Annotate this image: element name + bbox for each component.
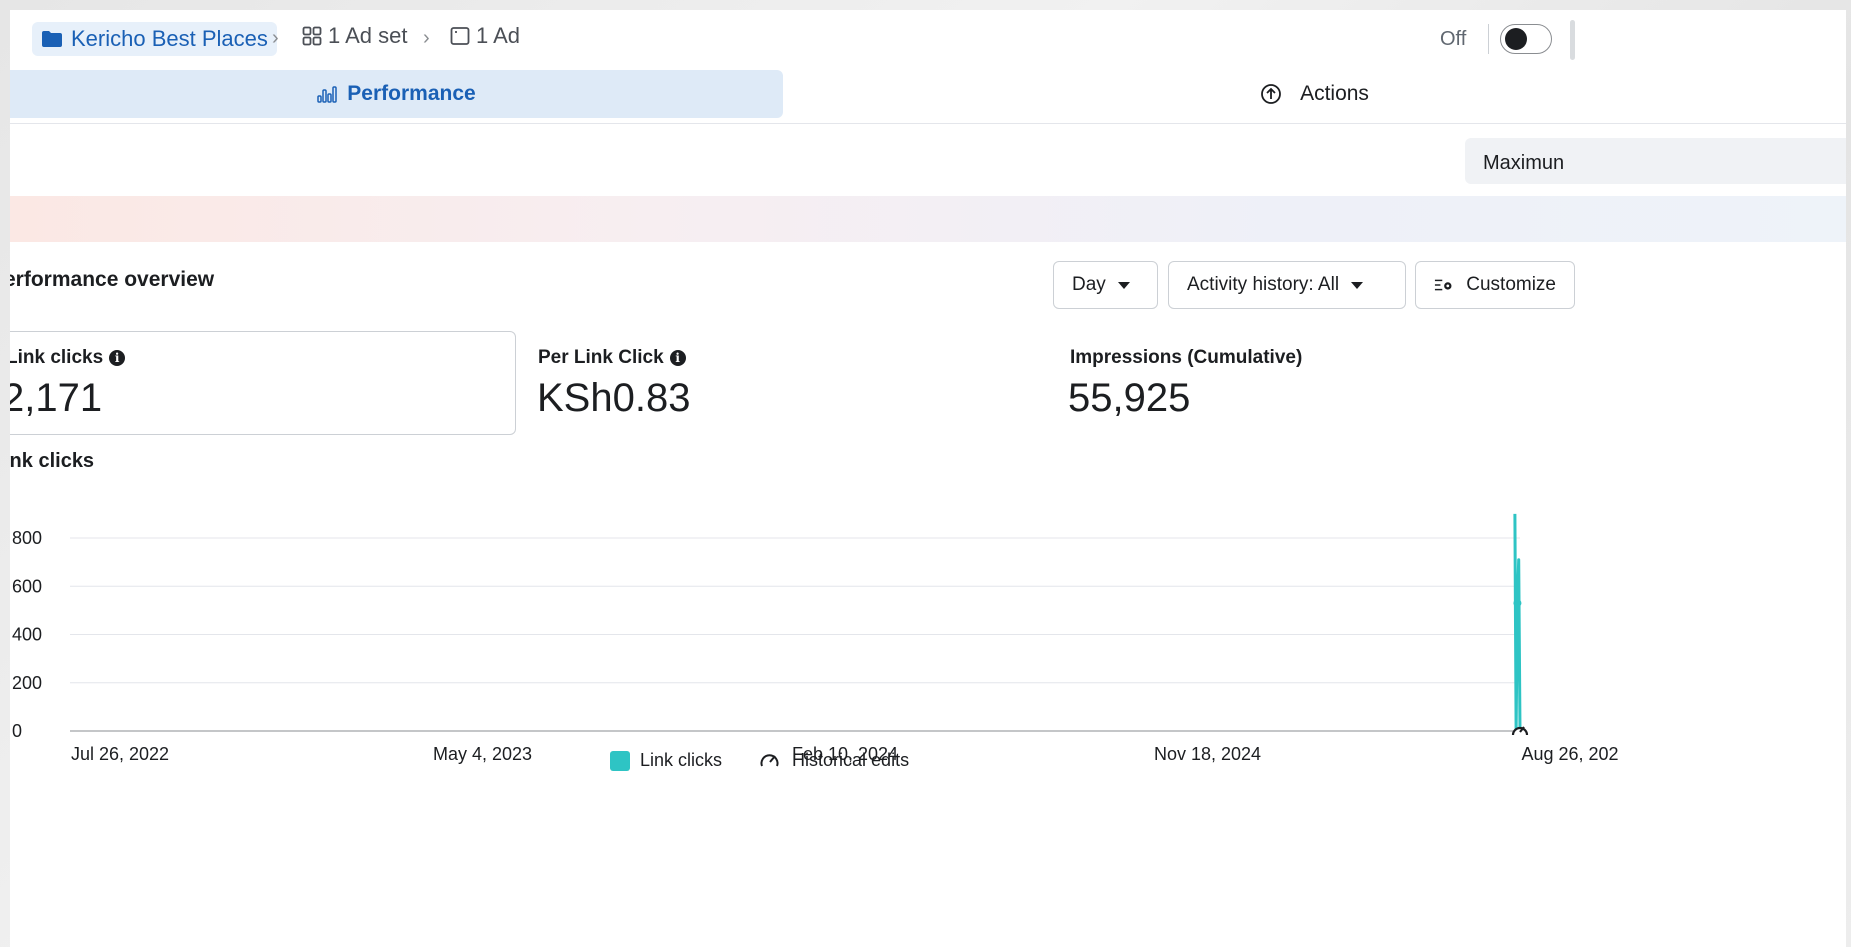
ads-manager-panel: Kericho Best Places › 1 Ad set › 1 Ad Of… (0, 0, 1851, 947)
y-tick-label: 400 (12, 625, 42, 645)
metric-value-per-link-click: KSh0.83 (537, 376, 691, 420)
y-tick-label: 0 (12, 721, 22, 741)
chart-title: ink clicks (10, 450, 95, 472)
link-clicks-chart: 8006004002000Jul 26, 2022 May 4, 2023 Feb … (12, 513, 1619, 764)
scrollbar[interactable] (1570, 20, 1575, 60)
metric-value-impressions: 55,925 (1068, 376, 1191, 420)
breadcrumb-ad[interactable]: 1 Ad (450, 23, 520, 49)
impressions-label: Impressions (Cumulative) (1070, 347, 1303, 368)
per-link-click-label: Per Link Click (538, 347, 664, 368)
metric-label-link-clicks: Link clicks i (10, 347, 126, 369)
legend-swatch-link-clicks (610, 750, 630, 771)
tab-actions[interactable]: Actions (783, 70, 1846, 118)
tab-actions-label: Actions (1300, 82, 1369, 105)
x-tick-label: Nov 18, 2024 (1154, 744, 1261, 764)
arrow-up-circle-icon (1261, 84, 1281, 104)
metric-value-link-clicks: 2,171 (10, 376, 103, 420)
bar-chart-icon (317, 86, 338, 103)
tab-performance[interactable]: Performance (10, 70, 783, 118)
series-line-link-clicks (1513, 513, 1522, 733)
customize-label: Customize (1466, 274, 1556, 295)
y-tick-label: 600 (12, 576, 42, 596)
y-tick-label: 800 (12, 528, 42, 548)
toggle-knob (1505, 28, 1527, 50)
caret-down-icon (1117, 281, 1130, 289)
ad-window-icon (450, 27, 470, 45)
breadcrumb-campaign[interactable]: Kericho Best Places (32, 22, 277, 56)
campaign-name: Kericho Best Places (71, 26, 268, 51)
maximize-button[interactable]: Maximun (1465, 138, 1846, 184)
grid-icon (302, 26, 322, 46)
metric-label-impressions: Impressions (Cumulative) (1070, 347, 1302, 369)
y-tick-label: 200 (12, 673, 42, 693)
campaign-card: Kericho Best Places › 1 Ad set › 1 Ad Of… (10, 10, 1846, 947)
overview-title: erformance overview (10, 268, 215, 291)
chevron-right-icon: › (272, 27, 279, 49)
tab-divider (10, 123, 1846, 124)
ad-label: 1 Ad (476, 23, 521, 48)
day-label: Day (1072, 274, 1106, 295)
x-tick-label: Jul 26, 2022 (71, 744, 169, 764)
metric-label-per-link-click: Per Link Click i (538, 347, 686, 369)
customize-icon (1434, 279, 1452, 291)
activity-history-label: Activity history: All (1187, 274, 1340, 295)
toggle-status-label: Off (1440, 28, 1467, 50)
breadcrumb: Kericho Best Places › 1 Ad set › 1 Ad Of… (10, 10, 1846, 68)
data-point[interactable] (1513, 599, 1522, 608)
chart-legend: Link clicks Historical edits (610, 750, 909, 771)
caret-down-icon (1351, 281, 1364, 289)
maximize-label: Maximun (1483, 152, 1565, 174)
info-icon[interactable]: i (109, 350, 126, 366)
day-dropdown[interactable]: Day (1053, 261, 1158, 309)
chevron-right-icon: › (423, 27, 430, 49)
link-clicks-label: Link clicks (10, 347, 104, 368)
activity-history-dropdown[interactable]: Activity history: All (1168, 261, 1406, 309)
info-icon[interactable]: i (669, 350, 686, 366)
breadcrumb-adset[interactable]: 1 Ad set (302, 23, 408, 49)
historical-edit-icon (760, 753, 779, 766)
x-tick-label: May 4, 2023 (433, 744, 532, 764)
adset-label: 1 Ad set (328, 23, 408, 48)
folder-icon (42, 31, 62, 47)
legend-label-historical-edits: Historical edits (792, 750, 910, 770)
tab-performance-label: Performance (347, 82, 476, 105)
campaign-toggle[interactable] (1500, 24, 1552, 54)
legend-label-link-clicks: Link clicks (640, 750, 723, 770)
banner-gradient (10, 196, 1846, 242)
x-tick-label: Aug 26, 202 (1521, 744, 1618, 764)
customize-button[interactable]: Customize (1415, 261, 1575, 309)
divider (1488, 24, 1489, 54)
